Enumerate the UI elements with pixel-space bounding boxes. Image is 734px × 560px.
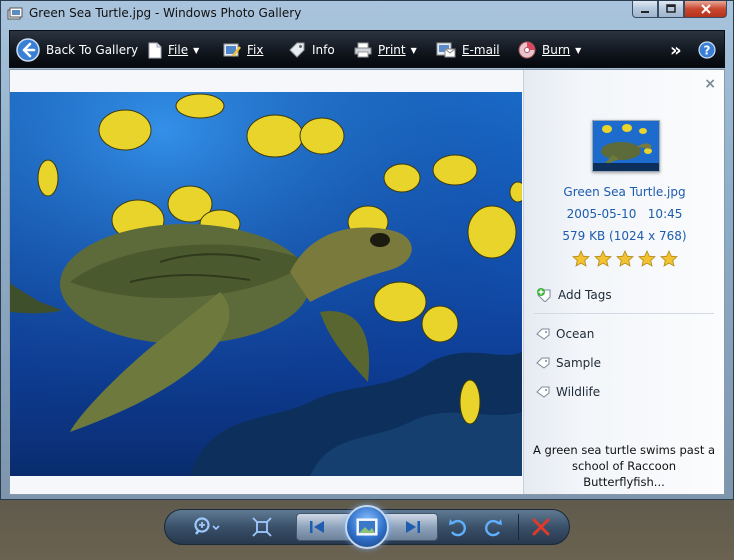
date-taken[interactable]: 2005-05-10 10:45 <box>524 207 725 221</box>
app-icon <box>7 7 23 20</box>
burn-menu-button[interactable]: Burn ▼ <box>518 31 581 69</box>
tag-label: Sample <box>556 356 601 370</box>
chevron-down-icon: ▼ <box>410 45 417 55</box>
help-button[interactable]: ? <box>698 31 722 69</box>
date-value: 2005-05-10 <box>566 207 637 221</box>
minimize-icon <box>641 11 649 13</box>
rating-stars <box>572 250 678 267</box>
tag-label: Wildlife <box>556 385 601 399</box>
close-info-pane-button[interactable]: × <box>704 76 716 92</box>
rotate-right-icon <box>485 519 502 537</box>
chevron-double-right-icon: » <box>670 39 682 61</box>
next-button[interactable] <box>403 518 423 536</box>
main-photo[interactable] <box>10 92 522 476</box>
zoom-icon <box>194 517 220 535</box>
info-pane: × Green Sea Turtle.jpg 2005-05-10 10:45 … <box>523 70 724 494</box>
controls-divider <box>518 514 519 540</box>
photo-thumbnail[interactable] <box>592 120 660 172</box>
actual-size-button[interactable] <box>251 516 273 538</box>
rotate-clockwise-button[interactable] <box>483 516 503 538</box>
add-tag-icon <box>537 288 551 302</box>
fit-to-window-icon <box>252 517 272 537</box>
window-controls <box>632 1 727 19</box>
close-icon <box>700 4 711 14</box>
rotate-left-icon <box>449 519 466 537</box>
add-tags-label: Add Tags <box>558 288 612 302</box>
back-to-gallery-button[interactable]: Back To Gallery <box>16 31 138 69</box>
window-title: Green Sea Turtle.jpg - Windows Photo Gal… <box>29 6 302 20</box>
file-icon <box>148 42 162 58</box>
maximize-button[interactable] <box>658 1 684 18</box>
more-commands-button[interactable]: » <box>670 31 682 69</box>
thumbnail-image <box>593 121 659 171</box>
back-arrow-icon <box>16 38 40 62</box>
maximize-icon <box>666 4 676 13</box>
minimize-button[interactable] <box>632 1 658 18</box>
print-menu-button[interactable]: Print ▼ <box>354 31 417 69</box>
star-icon[interactable] <box>638 250 656 267</box>
tag-icon <box>536 357 550 369</box>
tag-icon <box>536 328 550 340</box>
zoom-button[interactable] <box>193 516 221 538</box>
previous-button[interactable] <box>307 518 327 536</box>
file-menu-label: File <box>168 43 189 57</box>
file-name-link[interactable]: Green Sea Turtle.jpg <box>524 185 725 199</box>
command-toolbar: Back To Gallery File ▼ Fix Info Print ▼ … <box>9 30 725 68</box>
slideshow-icon <box>356 518 378 536</box>
burn-disc-icon <box>518 41 536 59</box>
file-size: 579 KB (1024 x 768) <box>562 229 687 243</box>
chevron-down-icon: ▼ <box>575 45 582 55</box>
info-icon <box>289 42 305 58</box>
tag-label: Ocean <box>556 327 595 341</box>
info-button[interactable]: Info <box>288 31 335 69</box>
email-button[interactable]: E-mail <box>436 31 500 69</box>
file-menu-button[interactable]: File ▼ <box>148 31 199 69</box>
rotate-counterclockwise-button[interactable] <box>448 516 468 538</box>
delete-button[interactable] <box>531 516 551 538</box>
play-slideshow-button[interactable] <box>345 505 389 549</box>
title-bar[interactable]: Green Sea Turtle.jpg - Windows Photo Gal… <box>1 1 733 27</box>
tag-item-wildlife[interactable]: Wildlife <box>536 385 600 399</box>
fix-icon <box>223 43 241 57</box>
photo-gallery-window: Green Sea Turtle.jpg - Windows Photo Gal… <box>0 0 734 500</box>
help-icon: ? <box>698 41 716 59</box>
tag-item-ocean[interactable]: Ocean <box>536 327 594 341</box>
previous-icon <box>310 521 324 533</box>
viewer-content-area: × Green Sea Turtle.jpg 2005-05-10 10:45 … <box>9 69 725 495</box>
burn-menu-label: Burn <box>542 43 571 57</box>
svg-text:?: ? <box>704 44 711 58</box>
printer-icon <box>354 42 372 58</box>
photo-caption[interactable]: A green sea turtle swims past a school o… <box>530 442 718 490</box>
caption-line-2: school of Raccoon Butterflyfish... <box>571 459 677 489</box>
caption-line-1: A green sea turtle swims past a <box>532 443 716 457</box>
tags-divider <box>534 313 714 314</box>
star-icon[interactable] <box>616 250 634 267</box>
add-tags-button[interactable]: Add Tags <box>536 288 612 302</box>
sea-turtle-photo-image <box>10 92 522 476</box>
close-window-button[interactable] <box>684 1 727 18</box>
tag-item-sample[interactable]: Sample <box>536 356 601 370</box>
close-icon: × <box>704 76 716 92</box>
next-icon <box>406 521 420 533</box>
email-label: E-mail <box>462 43 500 57</box>
fix-label: Fix <box>247 43 264 57</box>
info-label: Info <box>312 43 335 57</box>
delete-icon <box>532 518 550 536</box>
star-icon[interactable] <box>594 250 612 267</box>
tag-icon <box>536 386 550 398</box>
print-menu-label: Print <box>378 43 406 57</box>
chevron-down-icon: ▼ <box>193 45 200 55</box>
email-icon <box>436 42 456 58</box>
star-icon[interactable] <box>572 250 590 267</box>
star-icon[interactable] <box>660 250 678 267</box>
time-value: 10:45 <box>647 207 683 221</box>
back-to-gallery-label: Back To Gallery <box>46 43 139 57</box>
fix-button[interactable]: Fix <box>223 31 263 69</box>
